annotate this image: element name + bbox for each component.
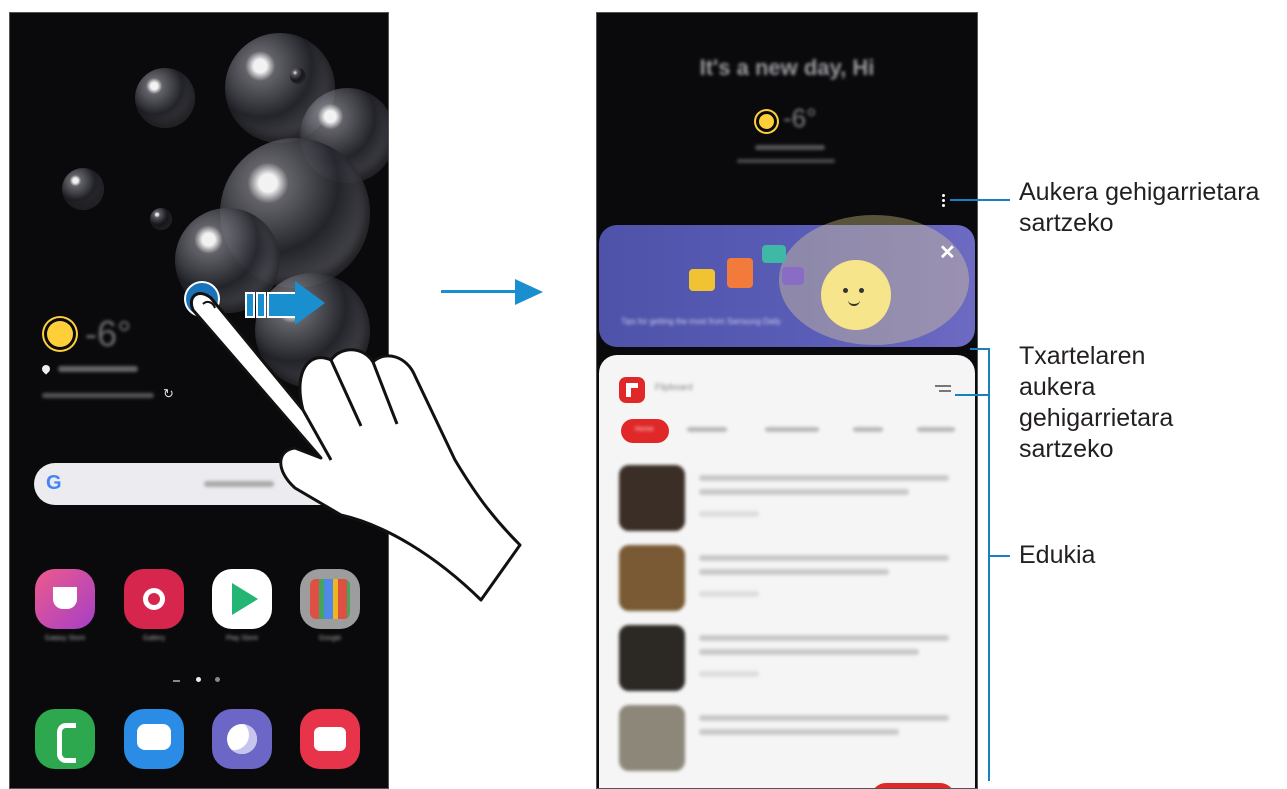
document-card-icon (727, 258, 753, 288)
tab-sports[interactable] (853, 427, 883, 432)
wallpaper-bubble (62, 168, 104, 210)
wallpaper-bubble (290, 68, 306, 84)
flipboard-logo-icon (619, 377, 645, 403)
app-label: Gallery (142, 635, 166, 642)
updated-time-text (42, 393, 154, 398)
location-pin-icon (40, 363, 52, 375)
tips-text: Tips for getting the most from Samsung D… (621, 317, 781, 326)
close-icon[interactable]: ✕ (939, 243, 956, 263)
video-card-icon (762, 245, 786, 263)
tab-celebrity[interactable] (917, 427, 955, 432)
phone-handset-icon (57, 723, 76, 763)
news-thumbnail (619, 545, 685, 611)
app-label: Google (318, 635, 342, 642)
callout-line-content (988, 555, 1010, 557)
greeting-text: It's a new day, Hi (699, 55, 875, 80)
wallpaper-bubble (135, 68, 195, 128)
location-text (755, 145, 825, 150)
google-g-icon: G (46, 472, 62, 494)
tab-home[interactable]: Home (621, 419, 669, 443)
news-thumbnail (619, 705, 685, 771)
flipboard-card[interactable]: Flipboard Home (599, 355, 975, 788)
planet-icon (227, 724, 257, 754)
callout-bracket-vertical (988, 348, 990, 781)
news-item[interactable] (619, 705, 964, 771)
app-label: Galaxy Store (44, 635, 86, 642)
callout-content: Edukia (1019, 541, 1096, 569)
callout-line-card-options (955, 394, 988, 396)
weather-sun-icon (47, 321, 73, 347)
callout-bracket-top (970, 348, 990, 350)
weather-temperature[interactable]: -6° (85, 313, 131, 355)
tab-technology[interactable] (765, 427, 819, 432)
shopping-bag-icon (53, 587, 77, 609)
card-app-name: Flipboard (655, 382, 693, 392)
flower-icon (143, 588, 165, 610)
callout-more-options: Aukera gehigarrietara sartzeko (1019, 178, 1260, 237)
gallery-app-icon[interactable] (124, 569, 184, 629)
weather-sun-icon (759, 114, 774, 129)
camera-app-icon[interactable] (300, 709, 360, 769)
news-item[interactable] (619, 545, 964, 611)
phone-app-icon[interactable] (35, 709, 95, 769)
smiley-moon-illustration (821, 260, 891, 330)
news-thumbnail (619, 625, 685, 691)
updated-time-text (737, 159, 835, 163)
galaxy-store-app-icon[interactable] (35, 569, 95, 629)
internet-app-icon[interactable] (212, 709, 272, 769)
location-text (58, 366, 138, 372)
horizontal-lines-icon[interactable] (935, 385, 951, 392)
vertical-ellipsis-icon[interactable] (942, 194, 946, 207)
refresh-icon[interactable]: ↻ (163, 386, 174, 402)
tips-card[interactable]: Tips for getting the most from Samsung D… (599, 215, 975, 347)
open-app-button[interactable] (871, 783, 955, 788)
messages-app-icon[interactable] (124, 709, 184, 769)
app-label: Play Store (225, 635, 259, 642)
page-indicator-dot-active (196, 677, 201, 682)
weather-temperature[interactable]: -6° (783, 103, 817, 134)
samsung-daily-phone: It's a new day, Hi -6° Tips for getting … (596, 12, 978, 789)
tab-business[interactable] (687, 427, 727, 432)
wallpaper-bubble (150, 208, 172, 230)
play-card-icon (689, 269, 715, 291)
arrow-right-icon (515, 279, 543, 305)
callout-card-options: Txartelaren aukera gehigarrietara sartze… (1019, 342, 1174, 463)
chat-bubble-icon (137, 724, 171, 750)
news-thumbnail (619, 465, 685, 531)
transition-arrow-shaft (441, 290, 519, 293)
news-item[interactable] (619, 625, 964, 691)
page-indicator-line (173, 680, 180, 682)
news-item[interactable] (619, 465, 964, 531)
music-card-icon (782, 267, 804, 285)
page-indicator-dot (215, 677, 220, 682)
pointing-hand-illustration (190, 292, 522, 602)
camera-lens-icon (314, 727, 346, 751)
callout-line-more-options (950, 199, 1010, 201)
